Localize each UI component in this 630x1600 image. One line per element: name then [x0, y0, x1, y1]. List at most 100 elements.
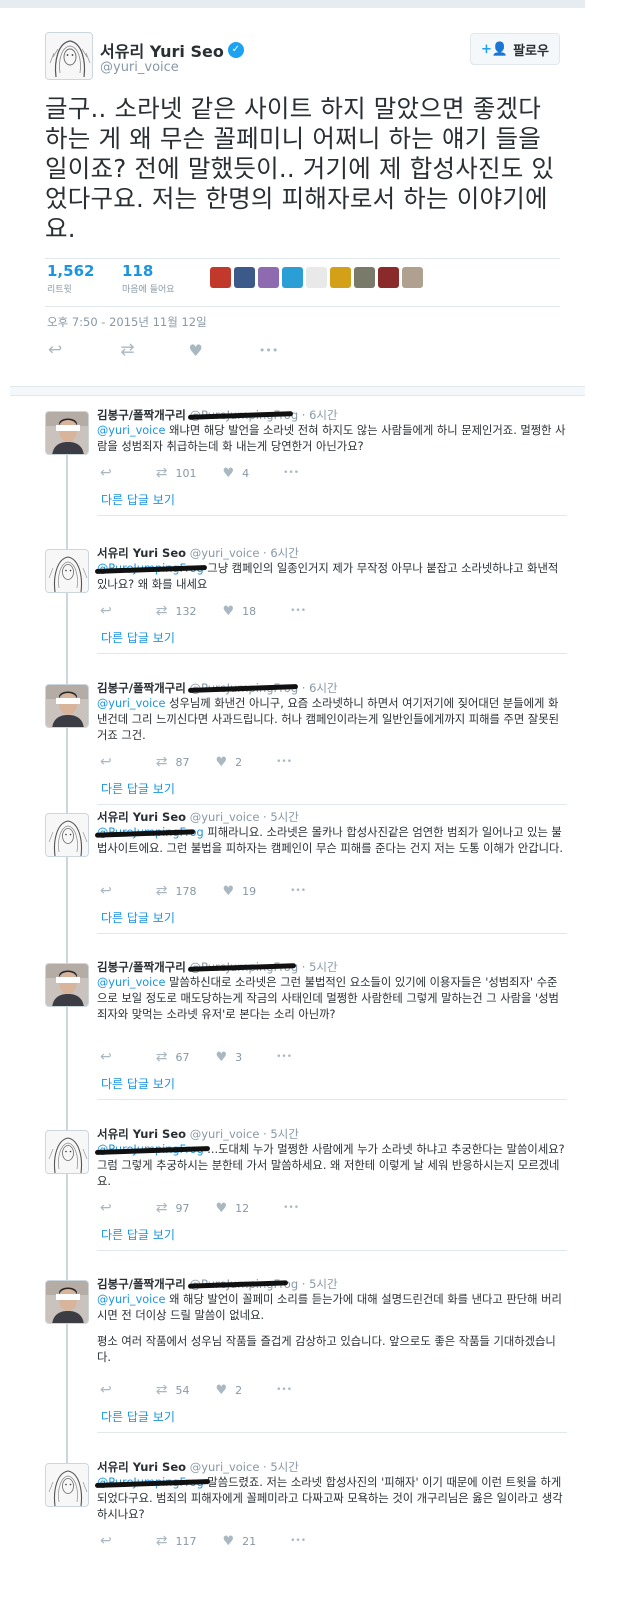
reply-mention[interactable]: @PureJumpingFrog [94, 826, 204, 839]
reply-author-handle[interactable]: @yuri_voice [190, 1460, 263, 1474]
view-more-replies-link[interactable]: 다른 답글 보기 [101, 909, 175, 926]
like-group[interactable]: ♥ 21 [222, 1534, 256, 1549]
reply-tweet[interactable]: 서유리 Yuri Seo @yuri_voice · 5시간 @PureJump… [10, 1460, 585, 1589]
retweet-group[interactable]: ⇄ 132 [156, 603, 197, 619]
reply-time[interactable]: · 5시간 [302, 1277, 338, 1291]
like-group[interactable]: ♥ 19 [222, 884, 256, 899]
reply-icon[interactable]: ↩ [100, 1049, 112, 1065]
like-group[interactable]: ♥ 2 [215, 755, 242, 770]
reply-icon[interactable]: ↩ [100, 1200, 112, 1216]
reply-author-handle[interactable]: @PureJumpingFrog [187, 408, 302, 422]
reply-tweet[interactable]: 서유리 Yuri Seo @yuri_voice · 5시간 @PureJump… [10, 810, 585, 939]
reply-mention[interactable]: @PureJumpingFrog [94, 1476, 211, 1489]
reply-author-handle[interactable]: @yuri_voice [190, 810, 263, 824]
liker-avatar[interactable] [234, 267, 255, 288]
reply-avatar[interactable] [45, 684, 89, 728]
reply-tweet[interactable]: 김봉구/폴짝개구리 @PureJumpingFrog · 6시간 @yuri_v… [10, 681, 585, 810]
reply-author-name[interactable]: 김봉구/폴짝개구리 [97, 681, 186, 695]
reply-author-handle[interactable]: @yuri_voice [190, 546, 263, 560]
reply-avatar[interactable] [45, 549, 89, 593]
reply-avatar[interactable] [45, 1463, 89, 1507]
reply-author-name[interactable]: 서유리 Yuri Seo [97, 810, 186, 824]
like-stat[interactable]: 118 마음에 들어요 [122, 262, 175, 295]
view-more-replies-link[interactable]: 다른 답글 보기 [101, 629, 175, 646]
reply-author-name[interactable]: 서유리 Yuri Seo [97, 1127, 186, 1141]
liker-avatar[interactable] [306, 267, 327, 288]
more-options-icon[interactable]: ••• [276, 757, 292, 767]
more-options-icon[interactable]: ••• [290, 886, 306, 896]
retweet-group[interactable]: ⇄ 97 [156, 1200, 190, 1216]
reply-avatar[interactable] [45, 1130, 89, 1174]
view-more-replies-link[interactable]: 다른 답글 보기 [101, 1075, 175, 1092]
reply-tweet[interactable]: 서유리 Yuri Seo @yuri_voice · 6시간 @PureJump… [10, 546, 585, 659]
reply-icon[interactable]: ↩ [100, 1382, 112, 1398]
reply-tweet[interactable]: 김봉구/폴짝개구리 @PureJumpingFrog · 6시간 @yuri_v… [10, 408, 585, 521]
reply-icon[interactable]: ↩ [100, 883, 112, 899]
reply-time[interactable]: · 5시간 [263, 1127, 299, 1141]
reply-tweet[interactable]: 서유리 Yuri Seo @yuri_voice · 5시간 @PureJump… [10, 1127, 585, 1256]
reply-icon[interactable]: ↩ [100, 754, 112, 770]
liker-avatar[interactable] [330, 267, 351, 288]
reply-author-name[interactable]: 김봉구/폴짝개구리 [97, 960, 186, 974]
liker-avatar[interactable] [282, 267, 303, 288]
tweet-timestamp[interactable]: 오후 7:50 - 2015년 11월 12일 [47, 314, 207, 330]
main-avatar[interactable] [45, 32, 93, 80]
reply-author-handle[interactable]: @yuri_voice [190, 1127, 263, 1141]
reply-avatar[interactable] [45, 1280, 89, 1324]
reply-icon[interactable]: ↩ [48, 340, 62, 360]
reply-author-handle[interactable]: @PureJumpingFrog [187, 681, 302, 695]
reply-author-name[interactable]: 서유리 Yuri Seo [97, 1460, 186, 1474]
reply-mention[interactable]: @PureJumpingFrog [94, 562, 208, 575]
reply-avatar[interactable] [45, 411, 89, 455]
liker-avatar[interactable] [354, 267, 375, 288]
liker-avatar[interactable] [210, 267, 231, 288]
more-options-icon[interactable]: ••• [276, 1052, 292, 1062]
more-options-icon[interactable]: ••• [290, 606, 306, 616]
reply-mention[interactable]: @yuri_voice [97, 424, 165, 437]
more-options-icon[interactable]: ••• [259, 344, 278, 357]
liker-avatar[interactable] [258, 267, 279, 288]
retweet-group[interactable]: ⇄ 87 [156, 754, 190, 770]
retweet-group[interactable]: ⇄ 101 [156, 465, 197, 481]
retweet-group[interactable]: ⇄ 117 [156, 1533, 197, 1549]
main-author-name[interactable]: 서유리 Yuri Seo ✓ [100, 38, 244, 62]
main-author-handle[interactable]: @yuri_voice [100, 60, 179, 75]
reply-mention[interactable]: @yuri_voice [97, 697, 165, 710]
retweet-icon[interactable]: ⇄ [120, 340, 134, 360]
more-options-icon[interactable]: ••• [283, 468, 299, 478]
reply-mention[interactable]: @PureJumpingFrog [94, 1143, 211, 1156]
reply-time[interactable]: · 5시간 [302, 960, 338, 974]
reply-author-name[interactable]: 서유리 Yuri Seo [97, 546, 186, 560]
reply-author-name[interactable]: 김봉구/폴짝개구리 [97, 1277, 186, 1291]
more-options-icon[interactable]: ••• [290, 1536, 306, 1546]
view-more-replies-link[interactable]: 다른 답글 보기 [101, 1226, 175, 1243]
view-more-replies-link[interactable]: 다른 답글 보기 [101, 491, 175, 508]
reply-tweet[interactable]: 김봉구/폴짝개구리 @PureJumpingFrog · 5시간 @yuri_v… [10, 960, 585, 1105]
reply-time[interactable]: · 6시간 [302, 681, 338, 695]
reply-time[interactable]: · 6시간 [263, 546, 299, 560]
reply-author-handle[interactable]: @PureJumpingFrog [187, 960, 302, 974]
retweet-group[interactable]: ⇄ 54 [156, 1382, 190, 1398]
reply-mention[interactable]: @yuri_voice [97, 1293, 165, 1306]
reply-author-handle[interactable]: @PureJumpingFrog [187, 1277, 302, 1291]
reply-tweet[interactable]: 김봉구/폴짝개구리 @PureJumpingFrog · 5시간 @yuri_v… [10, 1277, 585, 1438]
view-more-replies-link[interactable]: 다른 답글 보기 [101, 1408, 175, 1425]
more-options-icon[interactable]: ••• [283, 1203, 299, 1213]
like-group[interactable]: ♥ 3 [215, 1050, 242, 1065]
more-options-icon[interactable]: ••• [276, 1385, 292, 1395]
retweet-stat[interactable]: 1,562 리트윗 [47, 262, 94, 295]
like-group[interactable]: ♥ 4 [222, 466, 249, 481]
retweet-group[interactable]: ⇄ 67 [156, 1049, 190, 1065]
like-group[interactable]: ♥ 18 [222, 604, 256, 619]
reply-icon[interactable]: ↩ [100, 1533, 112, 1549]
reply-avatar[interactable] [45, 963, 89, 1007]
liker-avatar[interactable] [378, 267, 399, 288]
reply-avatar[interactable] [45, 813, 89, 857]
reply-icon[interactable]: ↩ [100, 603, 112, 619]
reply-icon[interactable]: ↩ [100, 465, 112, 481]
like-icon[interactable]: ♥ [189, 341, 203, 360]
reply-mention[interactable]: @yuri_voice [97, 976, 165, 989]
reply-author-name[interactable]: 김봉구/폴짝개구리 [97, 408, 186, 422]
liker-avatar[interactable] [402, 267, 423, 288]
reply-time[interactable]: · 5시간 [263, 1460, 299, 1474]
